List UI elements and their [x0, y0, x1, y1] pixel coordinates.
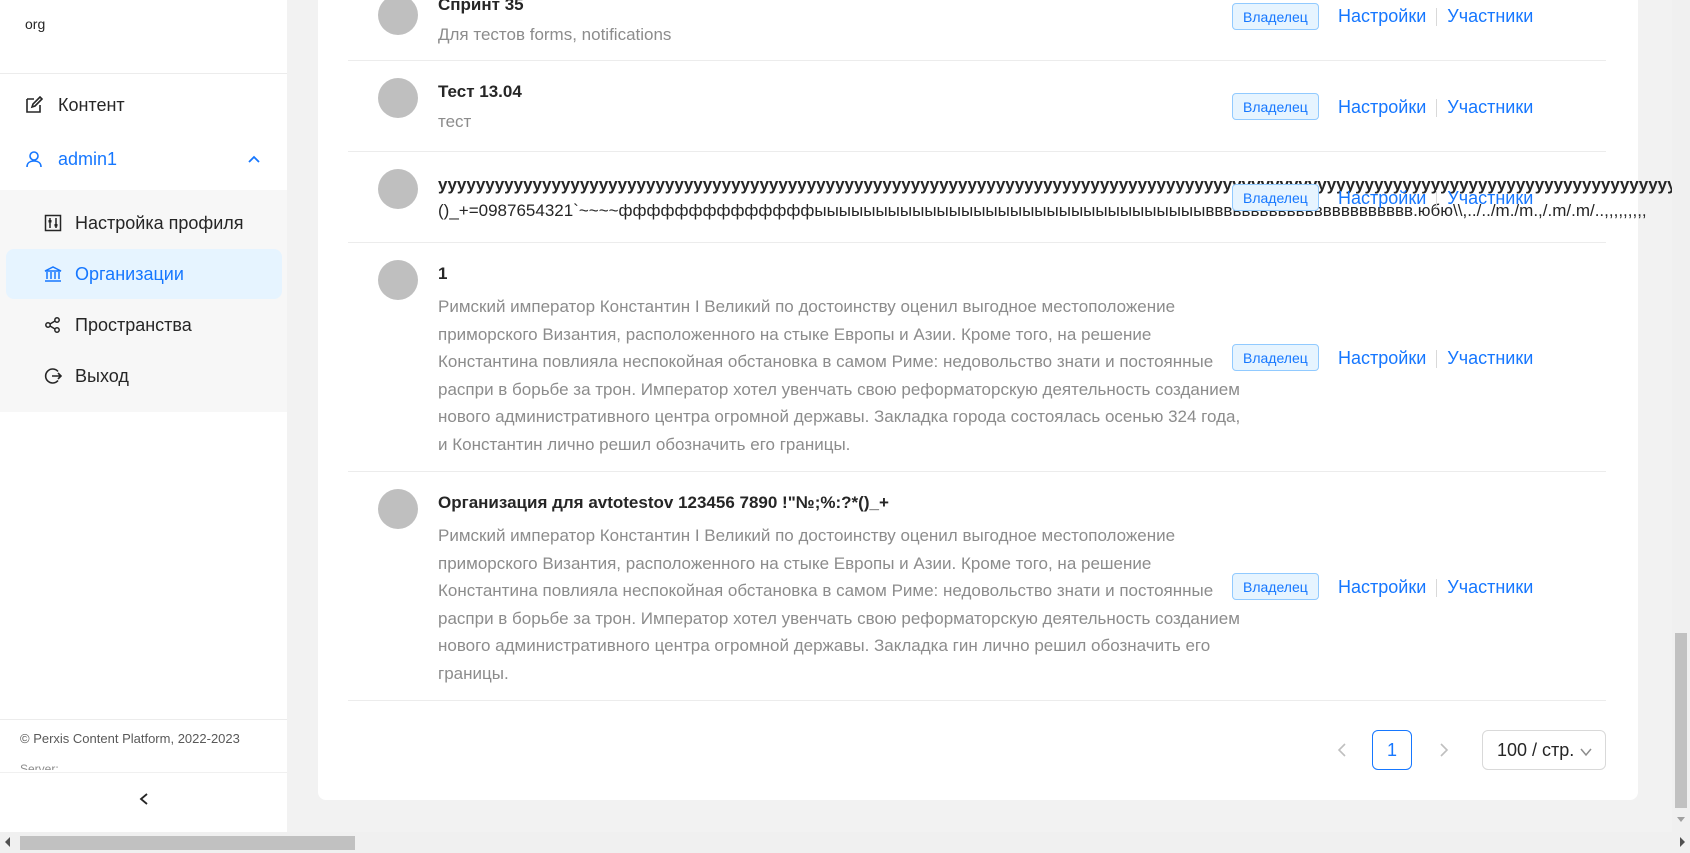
members-link[interactable]: Участники	[1447, 348, 1533, 369]
settings-link[interactable]: Настройки	[1338, 6, 1426, 27]
org-description: Римский император Константин I Великий п…	[438, 526, 1240, 683]
horizontal-scrollbar[interactable]	[0, 832, 1690, 853]
sidebar-footer-divider	[0, 719, 287, 720]
settings-link[interactable]: Настройки	[1338, 188, 1426, 209]
menu-item-content-label: Контент	[58, 94, 125, 115]
avatar	[378, 0, 418, 35]
page-size-select[interactable]: 100 / стр.	[1482, 730, 1606, 770]
list-item: yyyyyyyyyyyyyyyyyyyyyyyyyyyyyyyyyyyyyyyy…	[348, 152, 1678, 243]
scroll-right-arrow-icon[interactable]	[1678, 837, 1686, 847]
settings-link[interactable]: Настройки	[1338, 97, 1426, 118]
sub-item-logout-label: Выход	[75, 365, 129, 386]
sub-item-profile-label: Настройка профиля	[75, 212, 244, 233]
list-item: 1 Римский император Константин I Великий…	[348, 243, 1606, 472]
user-icon	[24, 149, 44, 169]
org-title[interactable]: Организация для avtotestov 123456 7890 !…	[438, 493, 889, 513]
sub-item-organizations-label: Организации	[75, 263, 184, 284]
settings-sliders-icon	[43, 213, 63, 233]
pagination-prev-button[interactable]	[1330, 740, 1354, 764]
sub-item-logout[interactable]: Выход	[6, 351, 282, 401]
bank-icon	[43, 264, 63, 284]
org-title[interactable]: 1	[438, 264, 447, 284]
role-badge: Владелец	[1232, 3, 1319, 30]
avatar	[378, 169, 418, 209]
row-actions: Настройки Участники	[1338, 6, 1533, 27]
sub-item-spaces-label: Пространства	[75, 314, 192, 335]
sidebar-divider	[0, 73, 287, 74]
vertical-scrollbar[interactable]	[1672, 0, 1690, 832]
avatar	[378, 489, 418, 529]
pagination-page[interactable]: 1	[1372, 730, 1412, 770]
logout-icon	[43, 366, 63, 386]
row-actions: Настройки Участники	[1338, 348, 1533, 369]
chevron-left-icon	[137, 792, 151, 811]
action-separator	[1436, 189, 1438, 208]
sub-item-organizations[interactable]: Организации	[6, 249, 282, 299]
list-item: Организация для avtotestov 123456 7890 !…	[348, 472, 1606, 701]
collapse-sidebar-button[interactable]	[0, 772, 287, 830]
row-actions: Настройки Участники	[1338, 188, 1533, 209]
pagination-next-button[interactable]	[1432, 740, 1456, 764]
chevron-down-icon	[1579, 743, 1593, 764]
avatar	[378, 78, 418, 118]
scroll-down-arrow-icon[interactable]	[1676, 814, 1686, 824]
sub-item-spaces[interactable]: Пространства	[6, 300, 282, 350]
list-item: Тест 13.04 тест Владелец Настройки Участ…	[348, 61, 1606, 152]
action-separator	[1436, 98, 1438, 117]
horizontal-scrollbar-thumb[interactable]	[20, 836, 355, 850]
list-item: Спринт 35 Для тестов forms, notification…	[348, 0, 1606, 61]
user-submenu: Настройка профиля Организации Пространст…	[0, 190, 287, 412]
org-title[interactable]: Тест 13.04	[438, 82, 522, 102]
action-separator	[1436, 578, 1438, 597]
role-badge: Владелец	[1232, 573, 1319, 600]
row-actions: Настройки Участники	[1338, 97, 1533, 118]
org-description: тест	[438, 112, 472, 131]
menu-item-user-label: admin1	[58, 148, 118, 169]
settings-link[interactable]: Настройки	[1338, 577, 1426, 598]
role-badge: Владелец	[1232, 184, 1319, 211]
avatar	[378, 260, 418, 300]
org-description: Римский император Константин I Великий п…	[438, 297, 1241, 454]
row-actions: Настройки Участники	[1338, 577, 1533, 598]
org-description: Для тестов forms, notifications	[438, 25, 672, 44]
chevron-right-icon	[1438, 742, 1450, 762]
sub-item-profile[interactable]: Настройка профиля	[6, 198, 282, 248]
chevron-up-icon	[247, 150, 261, 171]
action-separator	[1436, 349, 1438, 368]
members-link[interactable]: Участники	[1447, 6, 1533, 27]
vertical-scrollbar-thumb[interactable]	[1675, 633, 1687, 808]
members-link[interactable]: Участники	[1447, 188, 1533, 209]
sidebar: org Контент admin1 Настройка профиля Орг…	[0, 0, 287, 853]
server-info: Server:	[20, 762, 59, 770]
menu-item-user[interactable]: admin1	[0, 134, 287, 184]
edit-icon	[24, 95, 44, 115]
settings-link[interactable]: Настройки	[1338, 348, 1426, 369]
role-badge: Владелец	[1232, 344, 1319, 371]
menu-item-content[interactable]: Контент	[0, 80, 287, 130]
chevron-left-icon	[1336, 742, 1348, 762]
scroll-left-arrow-icon[interactable]	[4, 837, 12, 847]
share-icon	[43, 315, 63, 335]
page-size-value: 100 / стр.	[1497, 739, 1575, 760]
org-name: org	[25, 16, 46, 32]
action-separator	[1436, 7, 1438, 26]
org-title[interactable]: Спринт 35	[438, 0, 524, 15]
members-link[interactable]: Участники	[1447, 97, 1533, 118]
members-link[interactable]: Участники	[1447, 577, 1533, 598]
copyright: © Perxis Content Platform, 2022-2023	[20, 731, 240, 746]
role-badge: Владелец	[1232, 93, 1319, 120]
